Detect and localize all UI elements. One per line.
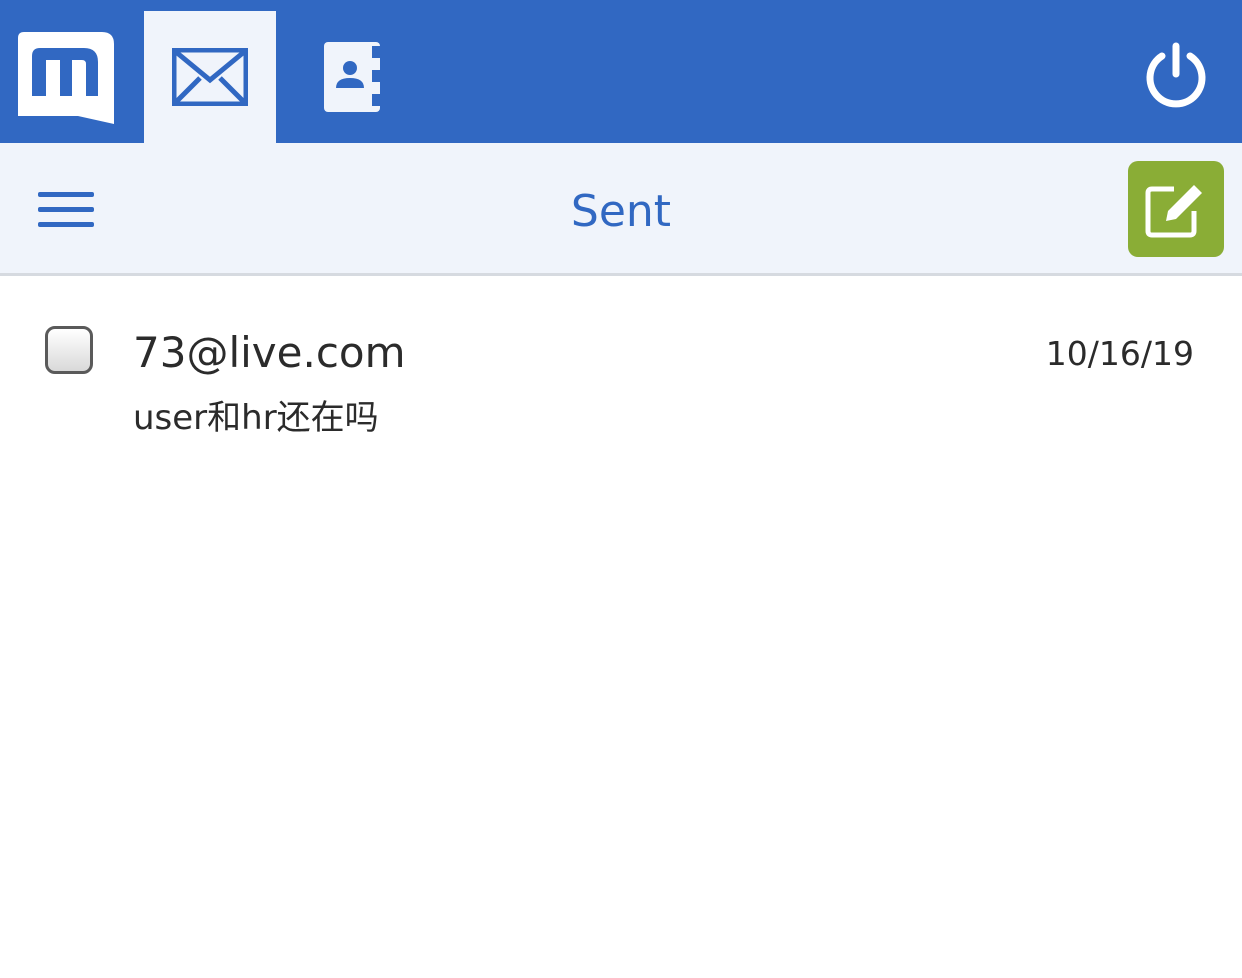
- power-icon[interactable]: [1140, 40, 1212, 112]
- message-subject: user和hr还在吗: [133, 398, 379, 438]
- folder-header: [0, 143, 1242, 276]
- message-checkbox[interactable]: [45, 326, 93, 374]
- tab-mail[interactable]: [144, 11, 276, 143]
- top-app-bar: [0, 0, 1242, 143]
- hamburger-icon[interactable]: [36, 188, 96, 232]
- tab-contacts[interactable]: [288, 11, 420, 143]
- compose-button[interactable]: [1128, 161, 1224, 257]
- contacts-book-icon: [324, 42, 382, 112]
- message-date: 10/16/19: [1045, 334, 1194, 373]
- message-sender: 73@live.com: [133, 328, 406, 377]
- envelope-icon: [172, 48, 248, 106]
- mail-logo-icon: [18, 32, 114, 124]
- compose-icon: [1145, 185, 1202, 238]
